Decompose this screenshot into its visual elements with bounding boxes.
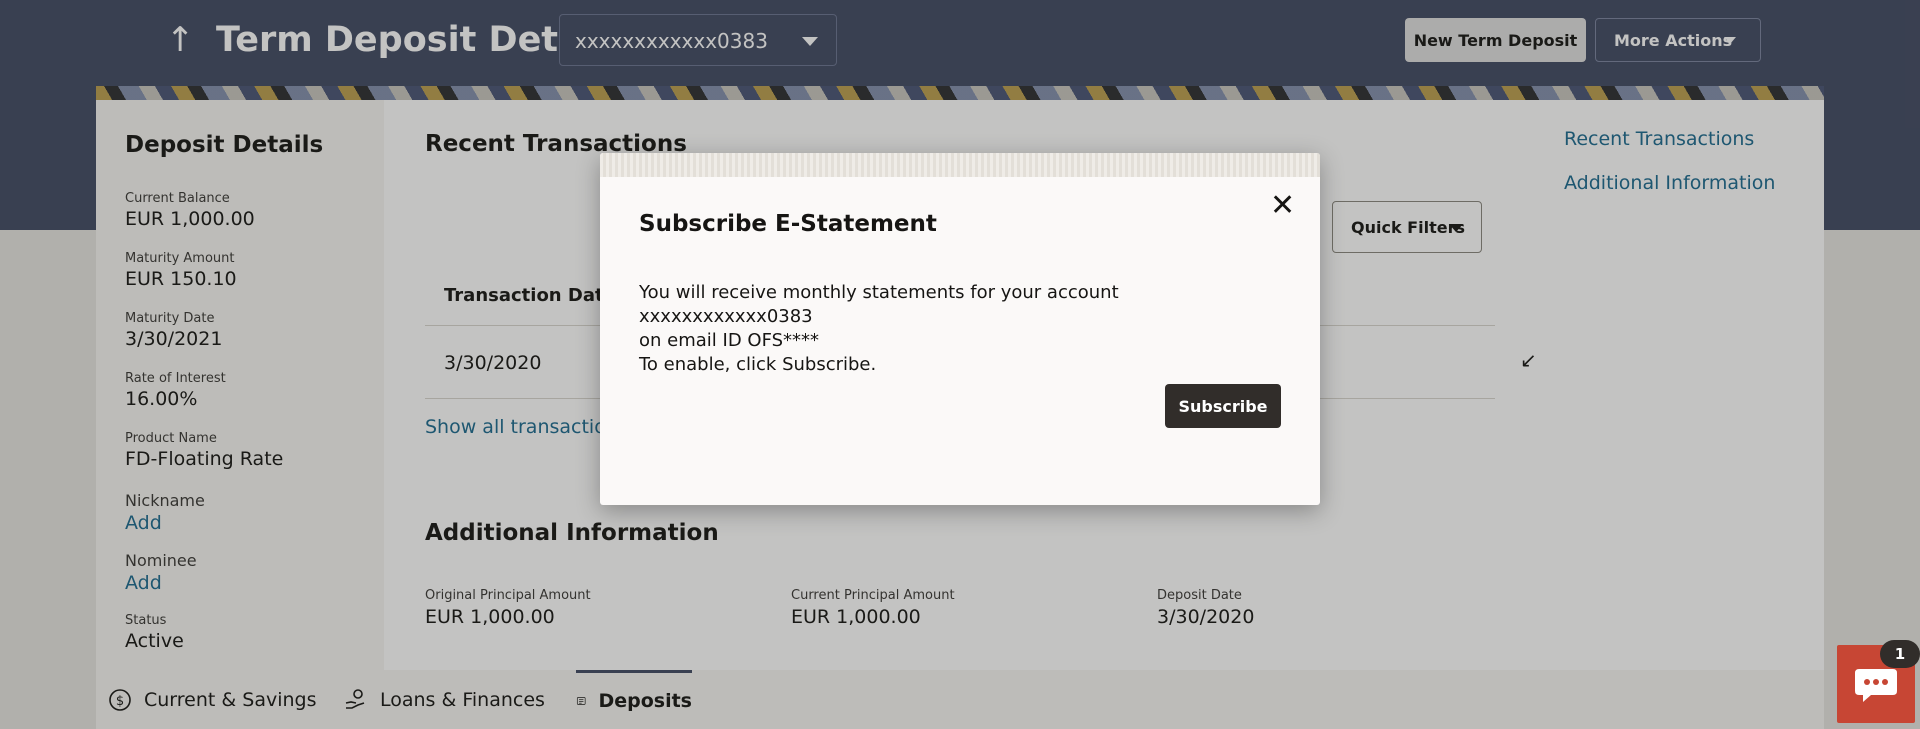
chat-notification-badge: 1 xyxy=(1880,640,1920,668)
close-icon[interactable]: ✕ xyxy=(1270,189,1295,223)
subscribe-estatement-dialog: Subscribe E-Statement ✕ You will receive… xyxy=(600,153,1320,505)
modal-message-line: on email ID OFS**** xyxy=(639,330,820,351)
modal-title: Subscribe E-Statement xyxy=(639,211,937,237)
modal-message-line: To enable, click Subscribe. xyxy=(639,354,877,375)
subscribe-button[interactable]: Subscribe xyxy=(1165,384,1281,428)
modal-message-line: You will receive monthly statements for … xyxy=(639,282,1119,327)
modal-message: You will receive monthly statements for … xyxy=(639,281,1289,377)
modal-header-pattern xyxy=(600,153,1320,177)
